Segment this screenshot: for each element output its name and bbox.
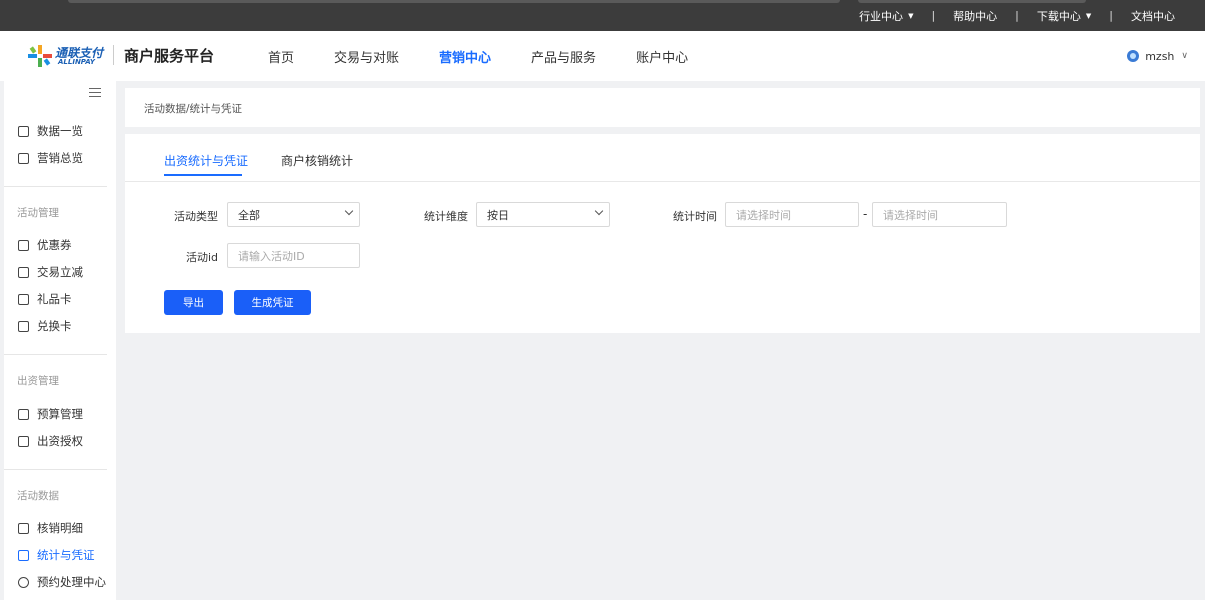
top-links: 行业中心 ▼ | 帮助中心 | 下载中心 ▼ | 文档中心 — [859, 0, 1175, 31]
budget-icon — [18, 408, 29, 420]
time-label: 统计时间 — [673, 210, 717, 223]
chevron-down-icon — [594, 206, 604, 216]
sidebar-item-stats-voucher[interactable]: 统计与凭证 — [18, 547, 95, 563]
top-link-docs[interactable]: 文档中心 — [1131, 8, 1175, 24]
sidebar-item-label: 优惠券 — [37, 238, 72, 252]
platform-title: 商户服务平台 — [124, 47, 215, 65]
top-link-label: 下载中心 — [1036, 9, 1081, 23]
sidebar-item-redemption-detail[interactable]: 核销明细 — [18, 520, 83, 536]
sidebar-item-label: 预算管理 — [37, 407, 83, 421]
coupon-icon — [18, 239, 29, 251]
browser-top-bar: 行业中心 ▼ | 帮助中心 | 下载中心 ▼ | 文档中心 — [0, 0, 1205, 31]
document-icon — [18, 435, 29, 447]
top-link-industry[interactable]: 行业中心 ▼ — [859, 8, 913, 24]
start-time-input[interactable]: 请选择时间 — [725, 202, 859, 227]
nav-products[interactable]: 产品与服务 — [531, 47, 596, 66]
separator: | — [1109, 9, 1113, 22]
main-header: 通联支付 ALLINPAY 商户服务平台 首页 交易与对账 营销中心 产品与服务… — [0, 31, 1205, 81]
sidebar-item-discount[interactable]: 交易立减 — [18, 264, 83, 280]
chevron-down-icon — [344, 206, 354, 216]
chart-icon — [18, 152, 29, 164]
allinpay-logo-icon — [28, 45, 52, 67]
caret-down-icon: ▼ — [1085, 11, 1092, 20]
activity-type-label: 活动类型 — [174, 210, 218, 223]
discount-icon — [18, 266, 29, 278]
sidebar-item-label: 统计与凭证 — [37, 548, 95, 562]
detail-icon — [18, 522, 29, 534]
sidebar-item-exchange-card[interactable]: 兑换卡 — [18, 318, 72, 334]
dimension-value: 按日 — [487, 208, 509, 222]
top-link-help[interactable]: 帮助中心 — [953, 8, 997, 24]
start-time-placeholder: 请选择时间 — [736, 208, 791, 222]
logo-text-en: ALLINPAY — [58, 58, 95, 66]
sidebar-item-gift-card[interactable]: 礼品卡 — [18, 291, 72, 307]
sidebar-item-data-overview[interactable]: 数据一览 — [18, 123, 83, 139]
top-link-label: 文档中心 — [1131, 9, 1175, 23]
sidebar-item-marketing-overview[interactable]: 营销总览 — [18, 150, 83, 166]
clock-icon — [18, 576, 29, 588]
sidebar-item-label: 数据一览 — [37, 124, 83, 138]
exchange-icon — [18, 320, 29, 332]
dimension-select[interactable]: 按日 — [476, 202, 610, 227]
sidebar-divider — [4, 469, 107, 470]
tab-active-indicator — [164, 174, 242, 176]
generate-voucher-button[interactable]: 生成凭证 — [234, 290, 311, 315]
chevron-down-icon: ∨ — [1181, 51, 1188, 61]
sidebar-item-label: 营销总览 — [37, 151, 83, 165]
stats-icon — [18, 549, 29, 561]
sidebar-group-title: 活动数据 — [17, 490, 59, 502]
top-link-label: 行业中心 — [859, 9, 904, 23]
time-separator: - — [863, 207, 868, 221]
menu-toggle-icon[interactable] — [89, 88, 101, 98]
nav-transactions[interactable]: 交易与对账 — [334, 47, 399, 66]
dimension-label: 统计维度 — [424, 210, 468, 223]
sidebar-item-label: 兑换卡 — [37, 319, 72, 333]
browser-tab-edge — [68, 0, 840, 3]
avatar-icon — [1127, 50, 1140, 62]
sidebar-item-label: 出资授权 — [37, 434, 83, 448]
sidebar-divider — [4, 354, 107, 355]
nav-home[interactable]: 首页 — [268, 47, 294, 66]
sidebar-item-reservation-center[interactable]: 预约处理中心 — [18, 574, 106, 590]
breadcrumb-bar: 活动数据/统计与凭证 — [125, 88, 1200, 127]
top-link-label: 帮助中心 — [953, 9, 998, 23]
main-panel: 出资统计与凭证 商户核销统计 活动类型 全部 统计维度 按日 统计时间 请选择时… — [125, 134, 1200, 333]
main-nav: 首页 交易与对账 营销中心 产品与服务 账户中心 — [268, 31, 728, 81]
sidebar-group-title: 出资管理 — [17, 375, 59, 387]
tab-funding-stats[interactable]: 出资统计与凭证 — [164, 152, 248, 169]
activity-id-input[interactable]: 请输入活动ID — [227, 243, 360, 268]
sidebar-divider — [4, 186, 107, 187]
sidebar-item-label: 核销明细 — [37, 521, 83, 535]
activity-id-placeholder: 请输入活动ID — [238, 249, 305, 263]
caret-down-icon: ▼ — [908, 11, 914, 20]
top-link-download[interactable]: 下载中心 ▼ — [1037, 8, 1091, 24]
end-time-input[interactable]: 请选择时间 — [872, 202, 1007, 227]
activity-id-label: 活动id — [185, 251, 218, 264]
end-time-placeholder: 请选择时间 — [883, 208, 938, 222]
export-button[interactable]: 导出 — [164, 290, 223, 315]
tab-merchant-stats[interactable]: 商户核销统计 — [281, 152, 353, 169]
separator: | — [931, 9, 936, 22]
logo-divider — [113, 45, 114, 65]
sidebar-item-funding-auth[interactable]: 出资授权 — [18, 433, 83, 449]
sidebar: 数据一览 营销总览 活动管理 优惠券 交易立减 礼品卡 兑换卡 出资管理 预算管… — [4, 81, 116, 600]
sidebar-item-label: 预约处理中心 — [37, 575, 106, 589]
separator: | — [1015, 9, 1019, 22]
activity-type-value: 全部 — [238, 208, 260, 222]
username: mzsh — [1145, 49, 1175, 63]
activity-type-select[interactable]: 全部 — [227, 202, 360, 227]
sidebar-item-budget[interactable]: 预算管理 — [18, 406, 83, 422]
sidebar-group-title: 活动管理 — [17, 207, 59, 219]
sidebar-item-label: 礼品卡 — [37, 292, 72, 306]
chart-icon — [18, 125, 29, 137]
nav-marketing[interactable]: 营销中心 — [439, 47, 491, 66]
sidebar-item-coupon[interactable]: 优惠券 — [18, 237, 72, 253]
allinpay-logo[interactable]: 通联支付 ALLINPAY — [28, 43, 104, 69]
tab-bar: 出资统计与凭证 商户核销统计 — [125, 134, 1200, 182]
nav-account[interactable]: 账户中心 — [636, 47, 688, 66]
breadcrumb: 活动数据/统计与凭证 — [144, 103, 243, 115]
sidebar-item-label: 交易立减 — [37, 265, 83, 279]
card-icon — [18, 293, 29, 305]
user-menu[interactable]: mzsh ∨ — [1127, 31, 1188, 81]
